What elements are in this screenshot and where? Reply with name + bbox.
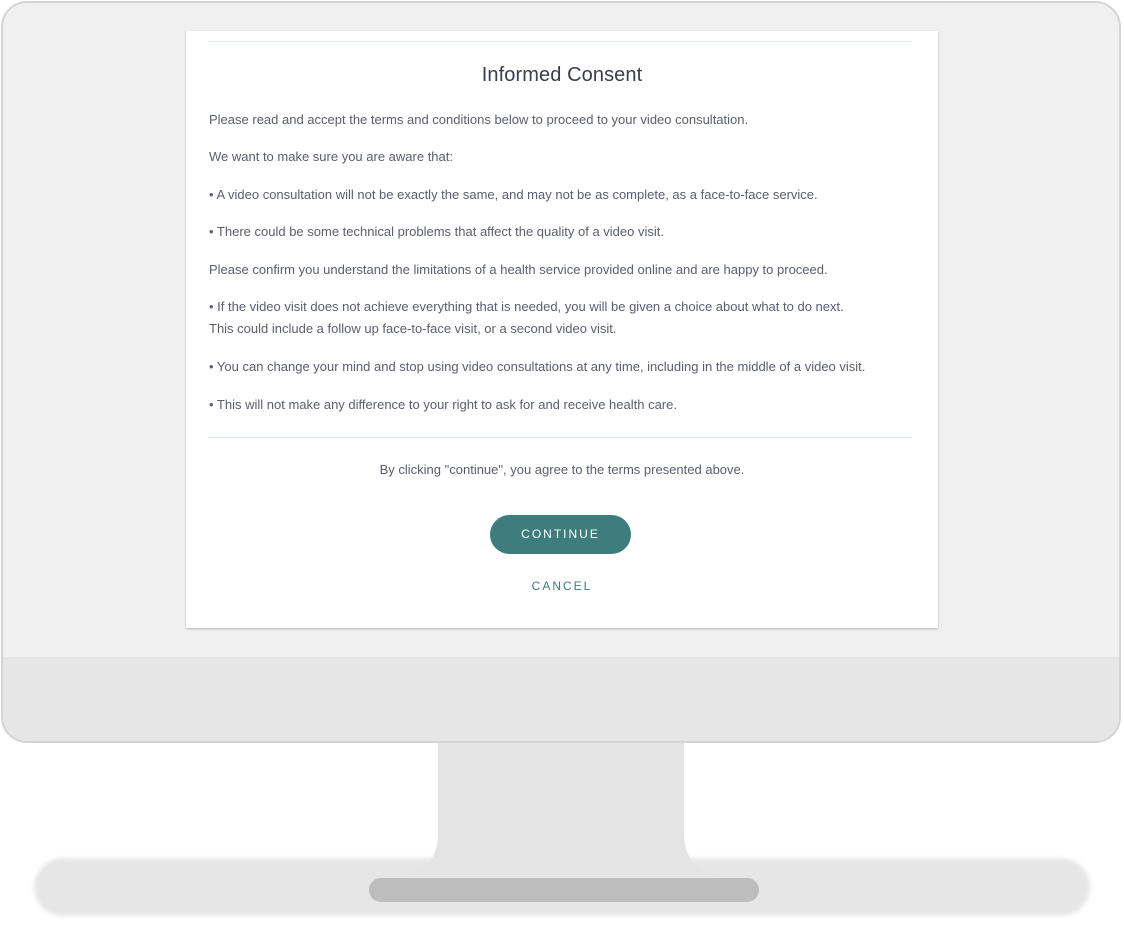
consent-bullet-continued: This could include a follow up face-to-f… [209, 321, 617, 336]
continue-button[interactable]: CONTINUE [490, 515, 631, 554]
divider [208, 437, 912, 438]
device-mockup: Informed Consent Please read and accept … [0, 0, 1124, 925]
consent-bullet: • If the video visit does not achieve ev… [209, 299, 844, 314]
consent-bullet: • You can change your mind and stop usin… [209, 359, 866, 374]
consent-paragraph: Please confirm you understand the limita… [209, 262, 828, 277]
consent-bullet: • A video consultation will not be exact… [209, 187, 818, 202]
agreement-text: By clicking "continue", you agree to the… [379, 462, 745, 477]
cancel-link[interactable]: CANCEL [186, 579, 938, 593]
consent-bullet: • This will not make any difference to y… [209, 397, 677, 412]
consent-paragraph: We want to make sure you are aware that: [209, 149, 453, 164]
monitor-stand [400, 742, 722, 876]
divider [208, 41, 912, 42]
consent-bullet: • There could be some technical problems… [209, 224, 664, 239]
consent-paragraph: Please read and accept the terms and con… [209, 112, 749, 127]
monitor-chin [3, 657, 1119, 741]
consent-dialog: Informed Consent Please read and accept … [186, 31, 938, 628]
dialog-title: Informed Consent [481, 64, 643, 86]
monitor-base [369, 878, 759, 902]
